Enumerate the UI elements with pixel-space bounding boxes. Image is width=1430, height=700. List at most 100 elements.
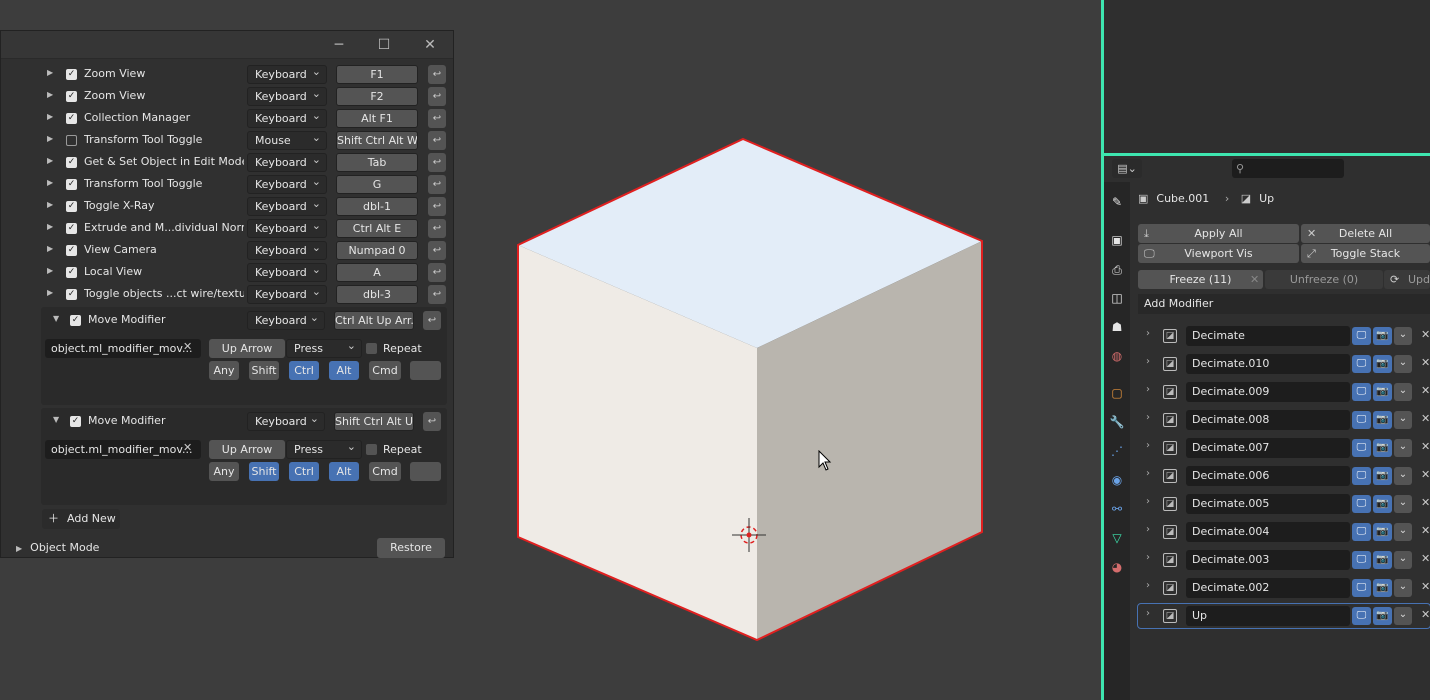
chevron-down-icon[interactable]: ⌄ — [1394, 551, 1412, 569]
enable-checkbox[interactable]: ✓ — [66, 179, 77, 190]
chevron-down-icon[interactable]: ⌄ — [1394, 327, 1412, 345]
key-field[interactable]: Tab — [336, 153, 418, 172]
input-type-dropdown[interactable]: Keyboard — [247, 175, 327, 194]
restore-item-icon[interactable]: ↩ — [428, 263, 446, 282]
key-field[interactable]: A — [336, 263, 418, 282]
expand-arrow-icon[interactable]: ▶ — [47, 134, 53, 143]
object-tab-icon[interactable]: ▢ — [1109, 385, 1125, 401]
enable-checkbox[interactable]: ✓ — [66, 157, 77, 168]
event-value-dropdown[interactable]: Press — [286, 440, 362, 459]
add-new-button[interactable]: ＋ Add New — [42, 509, 120, 529]
toggle-stack-button[interactable]: ⤢ Toggle Stack — [1301, 244, 1430, 263]
restore-item-icon[interactable]: ↩ — [428, 241, 446, 260]
chevron-right-icon[interactable]: › — [1146, 356, 1150, 367]
input-type-dropdown[interactable]: Keyboard — [247, 285, 327, 304]
viewport-display-icon[interactable]: 🖵 — [1352, 551, 1371, 569]
view-layer-tab-icon[interactable]: ◫ — [1109, 290, 1125, 306]
viewport-display-icon[interactable]: 🖵 — [1352, 411, 1371, 429]
render-camera-icon[interactable]: 📷 — [1373, 383, 1392, 401]
render-camera-icon[interactable]: 📷 — [1373, 523, 1392, 541]
render-camera-icon[interactable]: 📷 — [1373, 551, 1392, 569]
enable-checkbox[interactable]: ✓ — [66, 267, 77, 278]
restore-item-icon[interactable]: ↩ — [428, 131, 446, 150]
key-field[interactable]: dbl-3 — [336, 285, 418, 304]
render-camera-icon[interactable]: 📷 — [1373, 579, 1392, 597]
render-camera-icon[interactable]: 📷 — [1373, 495, 1392, 513]
enable-checkbox[interactable]: ✓ — [66, 289, 77, 300]
input-type-dropdown[interactable]: Mouse — [247, 131, 327, 150]
chevron-down-icon[interactable]: ⌄ — [1394, 439, 1412, 457]
restore-item-icon[interactable]: ↩ — [428, 285, 446, 304]
viewport-display-icon[interactable]: 🖵 — [1352, 607, 1371, 625]
enable-checkbox[interactable]: ✓ — [66, 91, 77, 102]
properties-search-input[interactable]: ⚲ — [1232, 159, 1344, 178]
chevron-down-icon[interactable]: ⌄ — [1394, 383, 1412, 401]
modifier-name-field[interactable]: Decimate.006 — [1186, 466, 1350, 486]
modifier-any-button[interactable]: Any — [209, 361, 239, 380]
expand-arrow-icon[interactable]: ▶ — [47, 156, 53, 165]
freeze-button[interactable]: Freeze (11) — [1138, 270, 1263, 289]
expand-arrow-icon[interactable]: ▶ — [47, 178, 53, 187]
modifier-alt-button[interactable]: Alt — [329, 361, 359, 380]
restore-item-icon[interactable]: ↩ — [428, 219, 446, 238]
render-camera-icon[interactable]: 📷 — [1373, 607, 1392, 625]
editor-type-icon[interactable]: ▤⌄ — [1112, 159, 1142, 178]
modifier-shift-button[interactable]: Shift — [249, 361, 279, 380]
key-field[interactable]: dbl-1 — [336, 197, 418, 216]
enable-checkbox[interactable]: ✓ — [70, 416, 81, 427]
modifier-cmd-button[interactable]: Cmd — [369, 462, 401, 481]
chevron-down-icon[interactable]: ⌄ — [1394, 355, 1412, 373]
input-type-dropdown[interactable]: Keyboard — [247, 197, 327, 216]
key-field[interactable]: Shift Ctrl Alt U... — [334, 412, 414, 431]
chevron-right-icon[interactable]: › — [1146, 580, 1150, 591]
render-tab-icon[interactable]: ▣ — [1109, 232, 1125, 248]
expand-arrow-icon[interactable]: ▶ — [47, 266, 53, 275]
event-value-dropdown[interactable]: Press — [286, 339, 362, 358]
unfreeze-button[interactable]: Unfreeze (0) — [1265, 270, 1383, 289]
modifier-name-field[interactable]: Decimate — [1186, 326, 1350, 346]
enable-checkbox[interactable]: ✓ — [70, 315, 81, 326]
delete-modifier-icon[interactable]: ✕ — [1421, 412, 1430, 425]
input-type-dropdown[interactable]: Keyboard — [247, 87, 327, 106]
enable-checkbox[interactable]: ✓ — [66, 201, 77, 212]
modifier-ctrl-button[interactable]: Ctrl — [289, 462, 319, 481]
physics-tab-icon[interactable]: ◉ — [1109, 472, 1125, 488]
input-type-dropdown[interactable]: Keyboard — [247, 109, 327, 128]
chevron-down-icon[interactable]: ⌄ — [1394, 467, 1412, 485]
clear-field-icon[interactable]: ✕ — [183, 441, 192, 454]
modifier-name-field[interactable]: Decimate.005 — [1186, 494, 1350, 514]
modifier-name-field[interactable]: Decimate.007 — [1186, 438, 1350, 458]
key-field[interactable]: Shift Ctrl Alt W... — [336, 131, 418, 150]
input-type-dropdown[interactable]: Keyboard — [247, 65, 327, 84]
enable-checkbox[interactable] — [66, 135, 77, 146]
enable-checkbox[interactable]: ✓ — [66, 113, 77, 124]
viewport-display-icon[interactable]: 🖵 — [1352, 355, 1371, 373]
key-field[interactable]: Ctrl Alt E — [336, 219, 418, 238]
minimize-icon[interactable]: ─ — [329, 35, 349, 55]
modifier-any-button[interactable]: Any — [209, 462, 239, 481]
operator-idname-field[interactable]: object.ml_modifier_mov... — [45, 339, 201, 358]
enable-checkbox[interactable]: ✓ — [66, 245, 77, 256]
tool-tab-icon[interactable]: ✎ — [1109, 194, 1125, 210]
restore-item-icon[interactable]: ↩ — [423, 412, 441, 431]
chevron-right-icon[interactable]: › — [1146, 440, 1150, 451]
restore-item-icon[interactable]: ↩ — [428, 65, 446, 84]
operator-idname-field[interactable]: object.ml_modifier_mov... — [45, 440, 201, 459]
render-camera-icon[interactable]: 📷 — [1373, 411, 1392, 429]
viewport-display-icon[interactable]: 🖵 — [1352, 439, 1371, 457]
delete-all-button[interactable]: ✕ Delete All — [1301, 224, 1430, 243]
modifier-name-field[interactable]: Decimate.004 — [1186, 522, 1350, 542]
output-tab-icon[interactable]: ⎙ — [1109, 262, 1125, 278]
viewport-display-icon[interactable]: 🖵 — [1352, 383, 1371, 401]
viewport-display-icon[interactable]: 🖵 — [1352, 523, 1371, 541]
viewport-vis-button[interactable]: 🖵 Viewport Vis — [1138, 244, 1299, 263]
chevron-right-icon[interactable]: › — [1146, 524, 1150, 535]
delete-modifier-icon[interactable]: ✕ — [1421, 496, 1430, 509]
delete-modifier-icon[interactable]: ✕ — [1421, 440, 1430, 453]
chevron-right-icon[interactable]: › — [1146, 384, 1150, 395]
expand-arrow-icon[interactable]: ▶ — [47, 68, 53, 77]
render-camera-icon[interactable]: 📷 — [1373, 355, 1392, 373]
modifier-shift-button[interactable]: Shift — [249, 462, 279, 481]
key-modifier-field[interactable] — [410, 361, 441, 380]
chevron-right-icon[interactable]: › — [1146, 608, 1150, 619]
